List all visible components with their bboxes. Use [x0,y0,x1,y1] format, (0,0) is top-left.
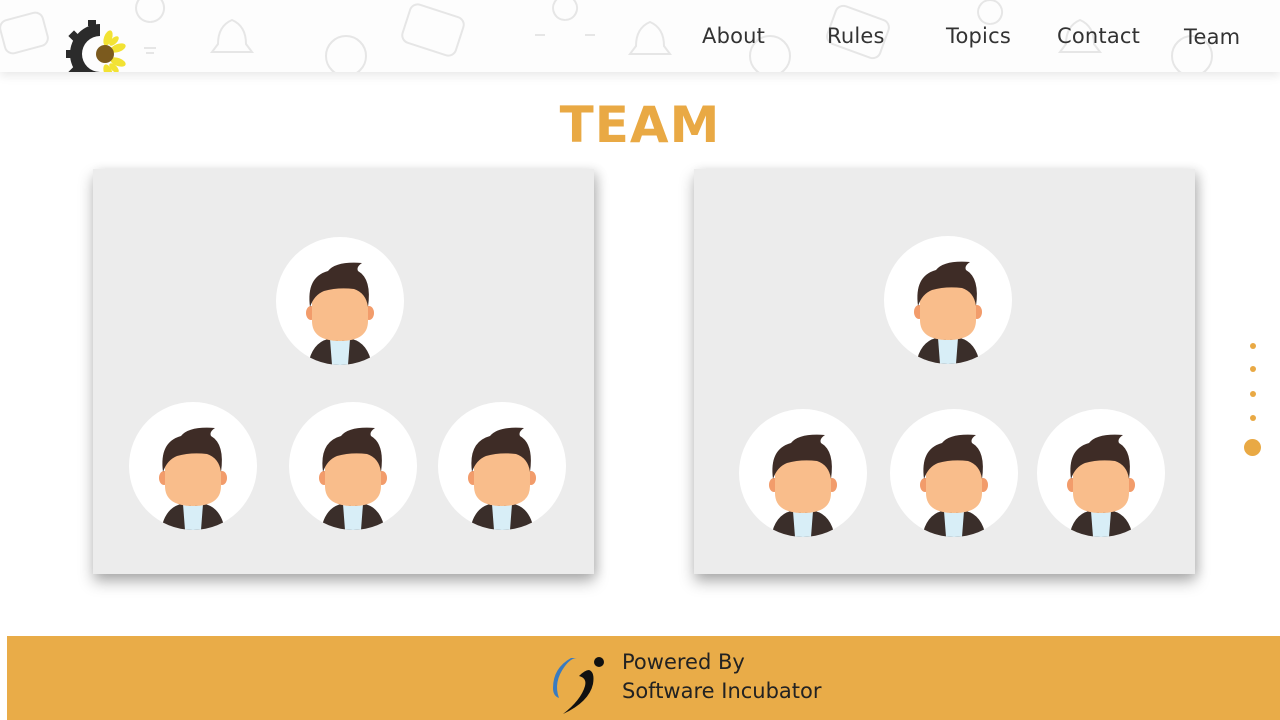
team-member-avatar[interactable] [890,409,1018,537]
powered-by-label: Powered By [622,650,745,674]
section-nav-dot-1[interactable] [1250,343,1256,349]
footer-credit: Powered By Software Incubator [622,648,822,706]
team-card-2 [694,169,1195,574]
team-member-avatar[interactable] [1037,409,1165,537]
nav-contact-link[interactable]: Contact [1057,24,1140,48]
site-footer: Powered By Software Incubator [7,636,1280,720]
person-avatar-icon [129,402,257,530]
team-member-avatar[interactable] [289,402,417,530]
section-nav-dot-5-active[interactable] [1244,439,1261,456]
nav-about-link[interactable]: About [702,24,765,48]
page-title: TEAM [559,96,721,154]
nav-topics-link[interactable]: Topics [946,24,1011,48]
person-avatar-icon [739,409,867,537]
section-nav-dot-3[interactable] [1250,391,1256,397]
person-avatar-icon [276,237,404,365]
nav-team-link[interactable]: Team [1184,25,1240,49]
team-member-avatar[interactable] [884,236,1012,364]
section-nav-dot-2[interactable] [1250,366,1256,372]
team-member-avatar[interactable] [276,237,404,365]
gear-sunflower-logo[interactable]: AWE [66,20,132,72]
section-nav-dot-4[interactable] [1250,415,1256,421]
person-avatar-icon [884,236,1012,364]
software-incubator-logo[interactable] [549,648,611,714]
team-card-1 [93,169,594,574]
person-avatar-icon [1037,409,1165,537]
team-member-avatar[interactable] [438,402,566,530]
nav-rules-link[interactable]: Rules [827,24,885,48]
person-avatar-icon [289,402,417,530]
person-avatar-icon [438,402,566,530]
team-member-avatar[interactable] [739,409,867,537]
company-name[interactable]: Software Incubator [622,677,822,706]
team-member-avatar[interactable] [129,402,257,530]
site-header: AWE About Rules Topics Contact Team [0,0,1280,72]
person-avatar-icon [890,409,1018,537]
